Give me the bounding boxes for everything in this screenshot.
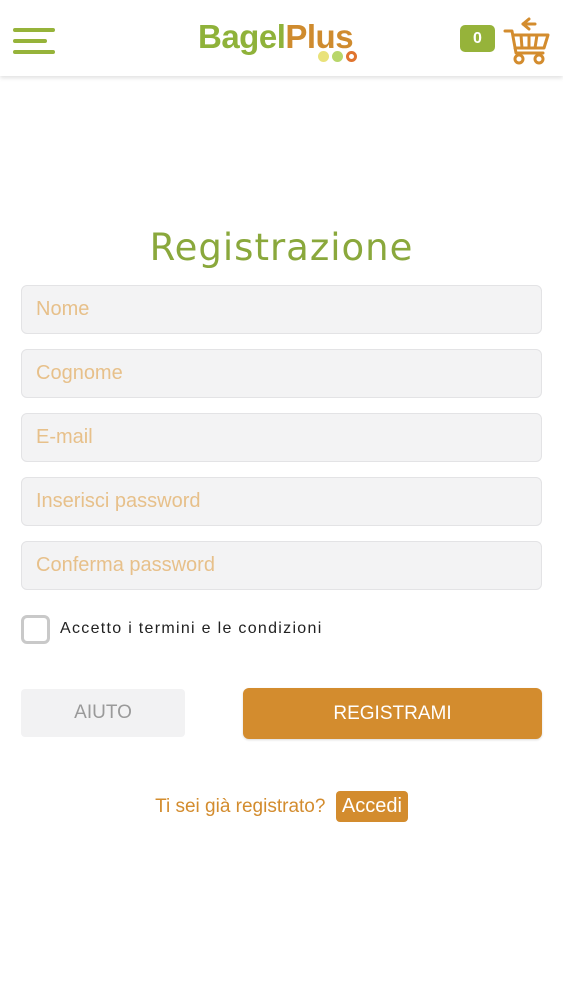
menu-icon[interactable] (13, 26, 55, 56)
logo-bagel-text: Bagel (198, 18, 286, 55)
login-prompt: Ti sei già registrato? Accedi (0, 791, 563, 825)
logo-dot-yellow (318, 51, 329, 62)
menu-line (13, 28, 55, 32)
app-header: BagelPlus 0 (0, 0, 563, 76)
register-button[interactable]: REGISTRAMI (243, 688, 542, 739)
login-link[interactable]: Accedi (335, 791, 408, 822)
logo-dot-green (332, 51, 343, 62)
page-title: Registrazione (149, 226, 414, 269)
logo-plus-text: Plus (285, 18, 354, 55)
terms-checkbox[interactable] (21, 615, 50, 644)
email-field[interactable] (21, 413, 542, 462)
cart-icon[interactable] (503, 15, 551, 65)
login-question: Ti sei già registrato? (155, 795, 326, 817)
password-field[interactable] (21, 477, 542, 526)
menu-line (13, 50, 55, 54)
terms-label[interactable]: Accetto i termini e le condizioni (60, 620, 323, 638)
logo-text: BagelPlus (198, 18, 354, 56)
first-name-field[interactable] (21, 285, 542, 334)
help-button[interactable]: AIUTO (21, 689, 185, 737)
confirm-password-field[interactable] (21, 541, 542, 590)
menu-line (13, 39, 47, 43)
last-name-field[interactable] (21, 349, 542, 398)
logo-dot-orange (346, 51, 357, 62)
bagelplus-logo[interactable]: BagelPlus (198, 18, 368, 66)
cart-count-badge[interactable]: 0 (460, 25, 495, 52)
